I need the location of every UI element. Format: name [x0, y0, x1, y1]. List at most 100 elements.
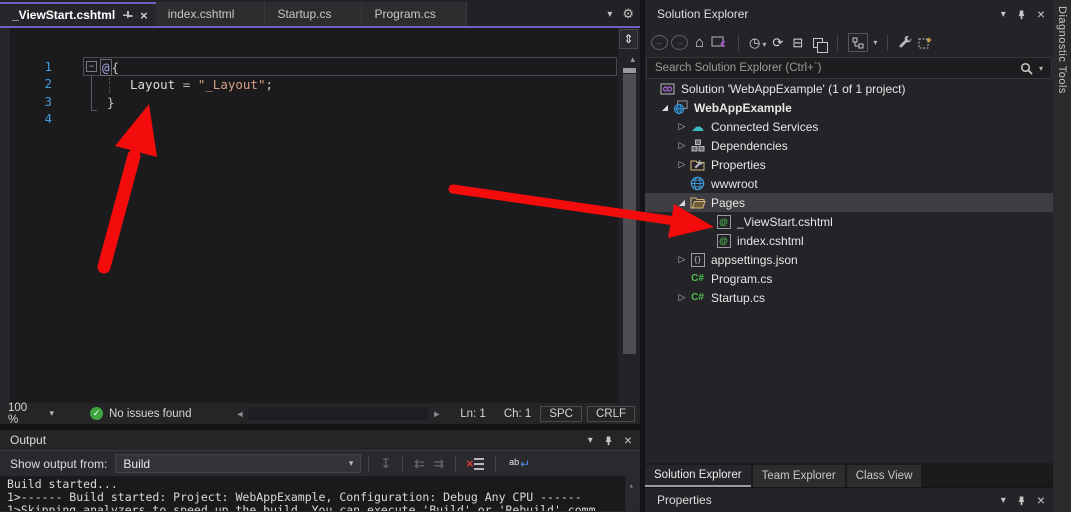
expanded-chevron-icon[interactable]: ◢ [675, 198, 689, 207]
editor-vertical-scrollbar[interactable]: ⇕ ▴ [618, 28, 640, 403]
scroll-up-arrow-icon[interactable]: ▴ [630, 54, 635, 65]
collapsed-chevron-icon[interactable]: ▷ [675, 254, 689, 265]
back-button-icon[interactable]: ← [651, 35, 668, 50]
spaces-toggle[interactable]: SPC [540, 406, 582, 422]
chevron-down-icon[interactable]: ▾ [873, 38, 877, 47]
collapse-all-icon[interactable]: ⊟ [789, 35, 806, 51]
output-scrollbar[interactable]: ▴ [625, 476, 640, 511]
line-ending-toggle[interactable]: CRLF [587, 406, 635, 422]
editor-horizontal-scrollbar[interactable]: ◄ ► [231, 407, 445, 420]
tab-label: _ViewStart.cshtml [12, 8, 115, 22]
line-number: 4 [0, 111, 52, 126]
tree-item-startup-cs[interactable]: ▷ C# Startup.cs [645, 288, 1053, 307]
window-position-chevron-icon[interactable]: ▾ [1001, 495, 1006, 506]
sync-with-active-document-icon[interactable] [848, 33, 868, 52]
tree-item-label: Properties [711, 158, 766, 172]
tree-item-project[interactable]: ◢ WebAppExample [645, 98, 1053, 117]
razor-page-icon: @ [717, 215, 731, 229]
current-line-highlight [83, 57, 617, 76]
tree-item-viewstart-cshtml[interactable]: @ _ViewStart.cshtml [645, 212, 1053, 231]
output-source-value: Build [123, 457, 150, 471]
previous-message-icon[interactable]: ⇇ [410, 456, 429, 472]
tab-viewstart-cshtml[interactable]: _ViewStart.cshtml × [0, 2, 156, 26]
home-icon[interactable]: ⌂ [691, 34, 708, 51]
tree-item-wwwroot[interactable]: wwwroot [645, 174, 1053, 193]
dependencies-icon [689, 139, 706, 152]
scrollbar-track[interactable] [248, 407, 428, 420]
zoom-level-value: 100 % [8, 402, 39, 426]
close-icon[interactable]: × [140, 9, 148, 22]
tree-item-connected-services[interactable]: ▷ ☁ Connected Services [645, 117, 1053, 136]
tree-item-solution[interactable]: Solution 'WebAppExample' (1 of 1 project… [645, 79, 1053, 98]
scroll-up-arrow-icon[interactable]: ▴ [629, 479, 634, 492]
solution-tree: Solution 'WebAppExample' (1 of 1 project… [645, 79, 1053, 307]
properties-wrench-icon[interactable] [898, 36, 915, 50]
tree-item-index-cshtml[interactable]: @ index.cshtml [645, 231, 1053, 250]
csharp-file-icon: C# [689, 292, 706, 303]
solution-explorer-panel: Solution Explorer ▾ × ← → ⌂ ◷▾ ⟳ ⊟ ▾ [645, 0, 1053, 512]
pending-changes-filter-icon[interactable]: ◷▾ [749, 35, 766, 51]
collapsed-chevron-icon[interactable]: ▷ [675, 292, 689, 303]
editor-column: _ViewStart.cshtml × index.cshtml Startup… [0, 0, 640, 512]
document-tab-strip: _ViewStart.cshtml × index.cshtml Startup… [0, 0, 640, 28]
close-icon[interactable]: × [1037, 7, 1045, 21]
goto-message-icon[interactable]: ↧ [376, 456, 395, 472]
diagnostic-tools-tab[interactable]: Diagnostic Tools [1053, 0, 1071, 512]
show-all-files-icon[interactable] [918, 36, 935, 49]
scroll-right-arrow-icon[interactable]: ► [428, 409, 445, 419]
zoom-level-dropdown[interactable]: 100 % ▾ [0, 402, 62, 426]
aspnet-project-icon [672, 100, 689, 115]
show-output-from-label: Show output from: [10, 457, 107, 471]
search-input[interactable] [647, 62, 1020, 74]
close-icon[interactable]: × [1037, 493, 1045, 507]
editor-split-handle[interactable]: ⇕ [619, 29, 638, 49]
output-log[interactable]: Build started... 1>------ Build started:… [0, 476, 640, 511]
preview-selected-items-icon[interactable] [813, 38, 823, 48]
next-message-icon[interactable]: ⇉ [429, 456, 448, 472]
issues-status-text[interactable]: No issues found [109, 408, 191, 420]
scroll-left-arrow-icon[interactable]: ◄ [231, 409, 248, 419]
expanded-chevron-icon[interactable]: ◢ [658, 103, 672, 112]
clear-all-icon[interactable]: × [467, 457, 484, 471]
close-icon[interactable]: × [624, 433, 632, 447]
tree-item-appsettings-json[interactable]: ▷ { } appsettings.json [645, 250, 1053, 269]
collapsed-chevron-icon[interactable]: ▷ [675, 121, 689, 132]
tab-startup-cs[interactable]: Startup.cs [265, 2, 362, 26]
tab-index-cshtml[interactable]: index.cshtml [156, 2, 266, 26]
switch-views-icon[interactable] [711, 36, 728, 50]
word-wrap-icon[interactable]: ab↵ [509, 457, 530, 471]
connected-services-cloud-icon: ☁ [689, 119, 706, 135]
pin-icon[interactable] [1017, 9, 1026, 20]
properties-panel-header[interactable]: Properties ▾ × [645, 487, 1053, 512]
tree-item-dependencies[interactable]: ▷ Dependencies [645, 136, 1053, 155]
output-source-dropdown[interactable]: Build ▾ [115, 454, 361, 473]
tab-program-cs[interactable]: Program.cs [362, 2, 466, 26]
tab-class-view[interactable]: Class View [847, 465, 922, 487]
collapsed-chevron-icon[interactable]: ▷ [675, 140, 689, 151]
pin-icon[interactable] [1017, 495, 1026, 506]
tab-team-explorer[interactable]: Team Explorer [753, 465, 845, 487]
search-button[interactable]: ▾ [1020, 62, 1051, 75]
tab-label: index.cshtml [168, 7, 235, 21]
scrollbar-thumb[interactable] [623, 74, 636, 354]
pin-icon[interactable] [604, 435, 613, 446]
fold-collapse-button[interactable]: − [86, 61, 97, 72]
tab-list-chevron-icon[interactable]: ▾ [607, 9, 612, 20]
forward-button-icon[interactable]: → [671, 35, 688, 50]
solution-explorer-header[interactable]: Solution Explorer ▾ × [645, 0, 1053, 28]
tree-item-pages[interactable]: ◢ Pages [645, 193, 1053, 212]
tree-item-properties[interactable]: ▷ Properties [645, 155, 1053, 174]
collapsed-chevron-icon[interactable]: ▷ [675, 159, 689, 170]
tab-options-gear-icon[interactable]: ⚙ [622, 6, 634, 22]
tab-solution-explorer[interactable]: Solution Explorer [645, 465, 751, 487]
tree-item-program-cs[interactable]: C# Program.cs [645, 269, 1053, 288]
pin-icon[interactable] [123, 10, 133, 21]
window-position-chevron-icon[interactable]: ▾ [1001, 9, 1006, 20]
output-panel-header[interactable]: Output ▾ × [0, 430, 640, 450]
refresh-icon[interactable]: ⟳ [769, 35, 786, 51]
output-panel: Output ▾ × Show output from: Build ▾ ↧ ⇇… [0, 430, 640, 512]
tree-item-label: index.cshtml [737, 234, 804, 248]
tree-item-label: Solution 'WebAppExample' (1 of 1 project… [681, 82, 905, 96]
window-position-chevron-icon[interactable]: ▾ [588, 435, 593, 446]
code-editor[interactable]: − 1 2 3 4 @{ Layout = "_Layout"; } ⇕ ▴ [0, 28, 640, 403]
